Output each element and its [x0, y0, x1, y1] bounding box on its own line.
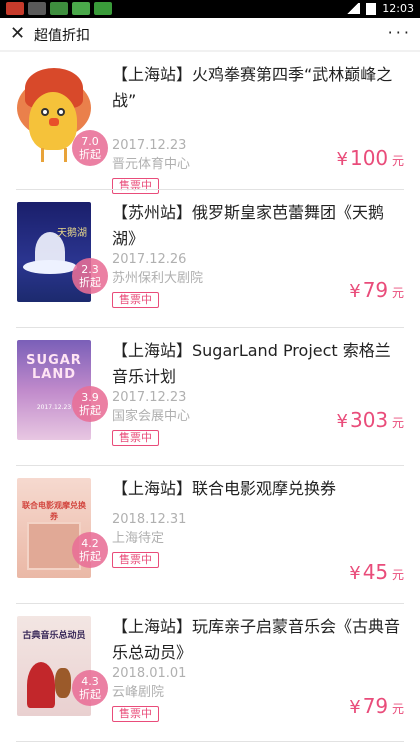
status-badge: 售票中	[112, 430, 159, 446]
list-item[interactable]: 联合电影观摩兑换券 4.2 折起 【上海站】联合电影观摩兑换券 2018.12.3…	[0, 466, 420, 604]
event-name: 【苏州站】俄罗斯皇家芭蕾舞团《天鹅湖》	[112, 203, 385, 248]
event-date: 2017.12.23	[112, 390, 187, 405]
event-date: 2018.01.01	[112, 666, 187, 681]
event-list: 7.0 折起 【上海站】火鸡拳赛第四季“武林巅峰之战” 2017.12.23 晋元…	[0, 52, 420, 742]
status-badge: 售票中	[112, 552, 159, 568]
more-options-icon[interactable]: · · ·	[388, 23, 409, 42]
battery-icon	[366, 2, 377, 15]
clock: 12:03	[382, 2, 414, 15]
event-name: 【上海站】SugarLand Project 索格兰音乐计划	[112, 341, 391, 386]
event-date: 2018.12.31	[112, 512, 187, 527]
list-item[interactable]: 古典音乐总动员 4.3 折起 【上海站】玩库亲子启蒙音乐会《古典音乐总动员》 20…	[0, 604, 420, 742]
divider	[16, 741, 404, 742]
discount-badge: 4.2 折起	[72, 532, 108, 568]
list-item[interactable]: 7.0 折起 【上海站】火鸡拳赛第四季“武林巅峰之战” 2017.12.23 晋元…	[0, 52, 420, 194]
list-item[interactable]: SUGAR LAND 2017.12.23 3.9 折起 【上海站】SugarLa…	[0, 328, 420, 466]
event-name: 【上海站】玩库亲子启蒙音乐会《古典音乐总动员》	[112, 617, 401, 662]
price: ¥45 元	[349, 560, 404, 584]
app-notification-icon	[50, 2, 68, 15]
app-notification-icon	[94, 2, 112, 15]
signal-icon	[346, 3, 361, 14]
price: ¥100 元	[336, 146, 404, 170]
event-date: 2017.12.26	[112, 252, 187, 267]
close-icon[interactable]: ✕	[10, 24, 25, 44]
app-notification-icon	[6, 2, 24, 15]
status-badge: 售票中	[112, 292, 159, 308]
discount-badge: 7.0 折起	[72, 130, 108, 166]
status-badge: 售票中	[112, 706, 159, 722]
status-bar: 12:03	[0, 0, 420, 18]
app-notification-icon	[72, 2, 90, 15]
event-name: 【上海站】火鸡拳赛第四季“武林巅峰之战”	[112, 65, 393, 110]
price: ¥79 元	[349, 694, 404, 718]
event-name: 【上海站】联合电影观摩兑换券	[112, 479, 337, 498]
discount-badge: 4.3 折起	[72, 670, 108, 706]
list-item[interactable]: 天鹅湖 2.3 折起 【苏州站】俄罗斯皇家芭蕾舞团《天鹅湖》 2017.12.26…	[0, 190, 420, 328]
event-venue: 上海待定	[112, 531, 165, 546]
app-notification-icon	[28, 2, 46, 15]
page-title: 超值折扣	[34, 28, 90, 44]
price: ¥303 元	[336, 408, 404, 432]
discount-badge: 3.9 折起	[72, 386, 108, 422]
price: ¥79 元	[349, 278, 404, 302]
discount-badge: 2.3 折起	[72, 258, 108, 294]
nav-bar: ✕ 超值折扣 · · ·	[0, 18, 420, 50]
notification-icons	[6, 2, 112, 15]
